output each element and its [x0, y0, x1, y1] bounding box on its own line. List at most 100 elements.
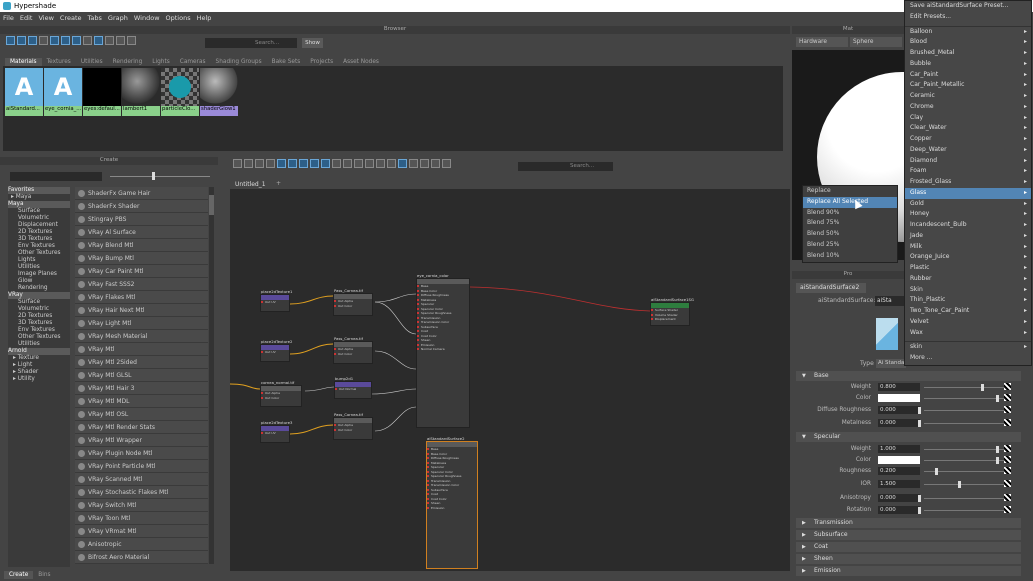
preset-menu-item[interactable]: Bubble	[905, 59, 1031, 70]
anisotropy-slider[interactable]	[924, 498, 1009, 499]
create-node-item[interactable]: Bifrost Aero Material	[75, 551, 208, 564]
menu-graph[interactable]: Graph	[105, 12, 131, 24]
diffuse-roughness-slider[interactable]	[924, 410, 1009, 411]
tree-item[interactable]: Env Textures	[8, 243, 70, 250]
graph-tool-icon[interactable]	[277, 159, 286, 168]
browser-search-input[interactable]: Search...	[205, 38, 297, 48]
tree-item[interactable]: 2D Textures	[8, 229, 70, 236]
create-node-item[interactable]: VRay Mtl MDL	[75, 395, 208, 408]
preset-menu-item[interactable]: More ...	[905, 353, 1031, 364]
preset-menu-item[interactable]: Clay	[905, 113, 1031, 124]
slider-handle[interactable]	[152, 172, 155, 180]
create-node-item[interactable]: VRay Stochastic Flakes Mtl	[75, 486, 208, 499]
section-sheen[interactable]: Sheen	[796, 554, 1021, 564]
tree-item[interactable]: ▸ Utility	[8, 376, 70, 383]
map-button[interactable]	[1004, 383, 1011, 390]
preset-menu-item[interactable]: Rubber	[905, 274, 1031, 285]
browser-tool-icon[interactable]	[61, 36, 70, 45]
node-list-scrollbar[interactable]	[209, 187, 214, 564]
shape-dropdown[interactable]: Sphere	[850, 37, 902, 47]
browser-tool-icon[interactable]	[50, 36, 59, 45]
type-dropdown[interactable]: Ai Standard Surface	[876, 359, 906, 368]
browser-tool-icon[interactable]	[28, 36, 37, 45]
add-tab-icon[interactable]: +	[276, 180, 281, 187]
tab-bins[interactable]: Bins	[33, 571, 55, 579]
material-swatch[interactable]: particleClo...	[161, 68, 199, 116]
browser-tool-icon[interactable]	[127, 36, 136, 45]
create-node-item[interactable]: VRay Mesh Material	[75, 330, 208, 343]
create-node-item[interactable]: VRay Car Paint Mtl	[75, 265, 208, 278]
tab-rendering[interactable]: Rendering	[108, 58, 148, 66]
preset-menu-item[interactable]: Two_Tone_Car_Paint	[905, 306, 1031, 317]
preset-menu-item[interactable]: Velvet	[905, 317, 1031, 328]
browser-tool-icon[interactable]	[6, 36, 15, 45]
menu-file[interactable]: File	[0, 12, 17, 24]
map-button[interactable]	[1004, 394, 1011, 401]
create-node-item[interactable]: ShaderFx Shader	[75, 200, 208, 213]
preset-menu-item[interactable]: Car_Paint	[905, 70, 1031, 81]
menu-create[interactable]: Create	[57, 12, 85, 24]
preset-menu-item[interactable]: Chrome	[905, 102, 1031, 113]
graph-tool-icon[interactable]	[332, 159, 341, 168]
tree-item[interactable]: Lights	[8, 257, 70, 264]
tab-materials[interactable]: Materials	[5, 58, 42, 66]
graph-tool-icon[interactable]	[343, 159, 352, 168]
preset-menu-item[interactable]: Milk	[905, 242, 1031, 253]
create-node-item[interactable]: VRay Toon Mtl	[75, 512, 208, 525]
preset-menu-item[interactable]: Plastic	[905, 263, 1031, 274]
graph-tool-icon[interactable]	[398, 159, 407, 168]
menu-item-replace-all-selected[interactable]: Replace All Selected	[803, 196, 897, 208]
graph-tool-icon[interactable]	[354, 159, 363, 168]
section-coat[interactable]: Coat	[796, 542, 1021, 552]
preset-menu-item[interactable]: Ceramic	[905, 91, 1031, 102]
anisotropy-field[interactable]: 0.000	[878, 494, 920, 502]
create-node-item[interactable]: VRay Flakes Mtl	[75, 291, 208, 304]
create-node-item[interactable]: VRay Blend Mtl	[75, 239, 208, 252]
tree-item[interactable]: VRay	[8, 292, 70, 299]
graph-tool-icon[interactable]	[420, 159, 429, 168]
create-node-item[interactable]: VRay Mtl 2Sided	[75, 356, 208, 369]
graph-tool-icon[interactable]	[233, 159, 242, 168]
browser-tool-icon[interactable]	[39, 36, 48, 45]
graph-node[interactable]: place2dTexture2 Out UV	[260, 339, 292, 362]
graph-tool-icon[interactable]	[409, 159, 418, 168]
map-button[interactable]	[1004, 506, 1011, 513]
preset-menu-item[interactable]: Thin_Plastic	[905, 295, 1031, 306]
preset-menu-item[interactable]: Honey	[905, 209, 1031, 220]
tree-item[interactable]: ▸ Light	[8, 362, 70, 369]
graph-node[interactable]: eye_cornia_color Base Base Color Diffuse Ro…	[416, 273, 470, 428]
graph-tab[interactable]: Untitled_1	[232, 180, 272, 189]
preset-menu-item[interactable]: Wax	[905, 328, 1031, 339]
preset-menu-item[interactable]: Orange_Juice	[905, 252, 1031, 263]
node-graph-canvas[interactable]: place2dTexture1 Out UV place2dTexture2 Out…	[230, 189, 790, 571]
graph-tool-icon[interactable]	[255, 159, 264, 168]
map-button[interactable]	[1004, 456, 1011, 463]
attr-editor-tab[interactable]: aiStandardSurface2	[796, 283, 866, 293]
graph-node[interactable]: aiStandardSurface1SG Surface Shader Volume…	[650, 297, 694, 326]
menu-edit[interactable]: Edit	[17, 12, 36, 24]
graph-tool-icon[interactable]	[299, 159, 308, 168]
tree-item[interactable]: ▸ Texture	[8, 355, 70, 362]
tab-shading-groups[interactable]: Shading Groups	[211, 58, 267, 66]
create-node-item[interactable]: VRay Hair Next Mtl	[75, 304, 208, 317]
create-node-item[interactable]: ShaderFx Game Hair	[75, 187, 208, 200]
section-base[interactable]: Base	[796, 371, 1021, 381]
tree-item[interactable]: Volumetric	[8, 306, 70, 313]
material-swatch[interactable]: eyes:defaul...	[83, 68, 121, 116]
tree-item[interactable]: Favorites	[8, 187, 70, 194]
preset-menu-item[interactable]: Blood	[905, 37, 1031, 48]
menu-tabs[interactable]: Tabs	[85, 12, 105, 24]
base-weight-field[interactable]: 0.800	[878, 383, 920, 391]
preset-menu-item[interactable]: Deep_Water	[905, 145, 1031, 156]
preset-menu-item[interactable]: Car_Paint_Metallic	[905, 80, 1031, 91]
browser-tool-icon[interactable]	[116, 36, 125, 45]
base-weight-slider[interactable]	[924, 387, 1009, 388]
renderer-dropdown[interactable]: Hardware	[796, 37, 848, 47]
map-button[interactable]	[1004, 445, 1011, 452]
tree-item[interactable]: Utilities	[8, 341, 70, 348]
preset-menu-item[interactable]: Incandescent_Bulb	[905, 220, 1031, 231]
tab-projects[interactable]: Projects	[305, 58, 338, 66]
tree-item[interactable]: Image Planes	[8, 271, 70, 278]
tree-item[interactable]: Env Textures	[8, 327, 70, 334]
graph-node[interactable]: Pass_Cornea.tif Out Alpha Out Color	[333, 336, 373, 364]
